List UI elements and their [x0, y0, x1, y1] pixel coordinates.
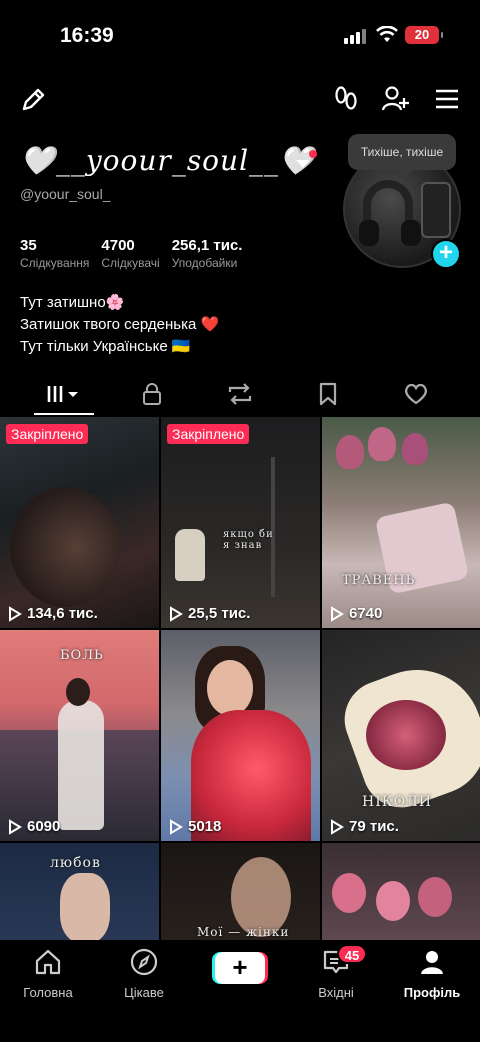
stat-label: Слідкування [20, 256, 90, 270]
heart-icon [405, 383, 427, 405]
tab-favorites[interactable] [298, 372, 358, 416]
tab-videos[interactable] [34, 372, 94, 416]
note-bubble[interactable]: Тихіше, тихіше [348, 134, 456, 177]
video-caption: ТРАВЕНЬ [342, 573, 416, 588]
pinned-badge: Закріплено [167, 424, 250, 444]
create-button[interactable]: + [212, 952, 268, 984]
view-count: 134,6 тис. [8, 605, 98, 622]
play-icon [331, 818, 344, 835]
video-tile[interactable]: БОЛЬ 6090 [0, 630, 159, 841]
video-tile[interactable]: ТРАВЕНЬ 6740 [322, 417, 480, 628]
play-icon [331, 605, 344, 622]
video-tile[interactable]: 5018 [161, 630, 320, 841]
wifi-icon [376, 26, 398, 42]
video-caption: Мої — жінки [197, 925, 290, 939]
video-caption: якщо би я знав [223, 529, 274, 551]
tab-private[interactable] [122, 372, 182, 416]
bookmark-icon [319, 382, 337, 406]
nav-label: Профіль [403, 985, 461, 1000]
stat-following[interactable]: 35 Слідкування [20, 237, 89, 270]
bio-line: Тут затишно🌸 [20, 294, 125, 311]
view-count-value: 79 тис. [349, 818, 399, 835]
compass-icon [130, 948, 158, 976]
status-time: 16:39 [60, 24, 114, 47]
edit-pencil-icon[interactable] [18, 86, 48, 114]
profile-tabs [0, 372, 480, 416]
pinned-badge: Закріплено [6, 424, 89, 444]
create-plus-icon: + [215, 952, 265, 984]
view-count-value: 25,5 тис. [188, 605, 251, 622]
play-icon [170, 818, 183, 835]
stat-value: 35 [20, 237, 37, 254]
play-icon [170, 605, 183, 622]
view-count: 5018 [169, 818, 221, 835]
video-tile[interactable]: якщо би я знав Закріплено 25,5 тис. [161, 417, 320, 628]
repost-icon [228, 383, 252, 405]
tab-reposts[interactable] [210, 372, 270, 416]
video-tile[interactable]: Закріплено 134,6 тис. [0, 417, 159, 628]
view-count: 25,5 тис. [169, 605, 250, 622]
footprints-icon[interactable] [331, 84, 361, 114]
stat-likes[interactable]: 256,1 тис. Уподобайки [172, 237, 243, 270]
nav-inbox[interactable]: Вхідні [288, 948, 384, 1000]
view-count-value: 6090 [27, 818, 61, 835]
nav-discover[interactable]: Цікаве [96, 948, 192, 1000]
active-tab-indicator [34, 413, 94, 415]
display-name: 🤍__yoour_soul__🤍 [20, 144, 315, 177]
stat-followers[interactable]: 4700 Слідкувачі [101, 237, 159, 270]
grid-icon [47, 386, 78, 402]
view-count-value: 5018 [188, 818, 222, 835]
nav-profile[interactable]: Профіль [384, 948, 480, 1000]
inbox-badge: 45 [337, 944, 367, 964]
bio-line: Тут тільки Українське 🇺🇦 [20, 338, 191, 355]
signal-icon [344, 28, 370, 44]
nav-label: Головна [23, 985, 73, 1000]
video-caption: НІКОЛИ [362, 794, 432, 810]
view-count: 79 тис. [330, 818, 399, 835]
notification-dot [309, 150, 317, 158]
play-icon [9, 818, 22, 835]
stat-value: 4700 [101, 237, 135, 254]
tab-liked[interactable] [386, 372, 446, 416]
video-tile[interactable]: НІКОЛИ 79 тис. [322, 630, 480, 841]
profile-stats: 35 Слідкування 4700 Слідкувачі 256,1 тис… [20, 237, 242, 270]
view-count-value: 134,6 тис. [27, 605, 98, 622]
video-caption: БОЛЬ [60, 648, 104, 663]
home-icon [35, 949, 61, 975]
add-story-plus-icon[interactable]: + [431, 239, 461, 269]
bio-line: Затишок твого серденька ❤️ [20, 316, 220, 333]
video-caption: любов [50, 855, 101, 871]
view-count: 6740 [330, 605, 382, 622]
view-count-value: 6740 [349, 605, 383, 622]
battery-indicator: 20 [405, 26, 443, 44]
lock-icon [143, 383, 161, 405]
nav-label: Цікаве [124, 985, 164, 1000]
add-friend-icon[interactable] [380, 84, 412, 114]
nav-label: Вхідні [318, 985, 354, 1000]
bottom-nav: Головна Цікаве + Вхідні 45 Профіль [0, 940, 480, 1042]
view-count: 6090 [8, 818, 60, 835]
profile-icon [421, 951, 443, 974]
stat-value: 256,1 тис. [171, 237, 243, 254]
username-handle: @yoour_soul_ [20, 186, 111, 202]
status-bar: 16:39 20 [0, 0, 480, 72]
play-icon [9, 605, 22, 622]
stat-label: Слідкувачі [101, 256, 160, 270]
nav-home[interactable]: Головна [0, 948, 96, 1000]
menu-icon[interactable] [432, 86, 462, 112]
stat-label: Уподобайки [171, 256, 238, 270]
profile-bio: Тут затишно🌸 Затишок твого серденька ❤️ … [20, 292, 219, 358]
account-switch-caret-icon[interactable] [296, 160, 310, 168]
